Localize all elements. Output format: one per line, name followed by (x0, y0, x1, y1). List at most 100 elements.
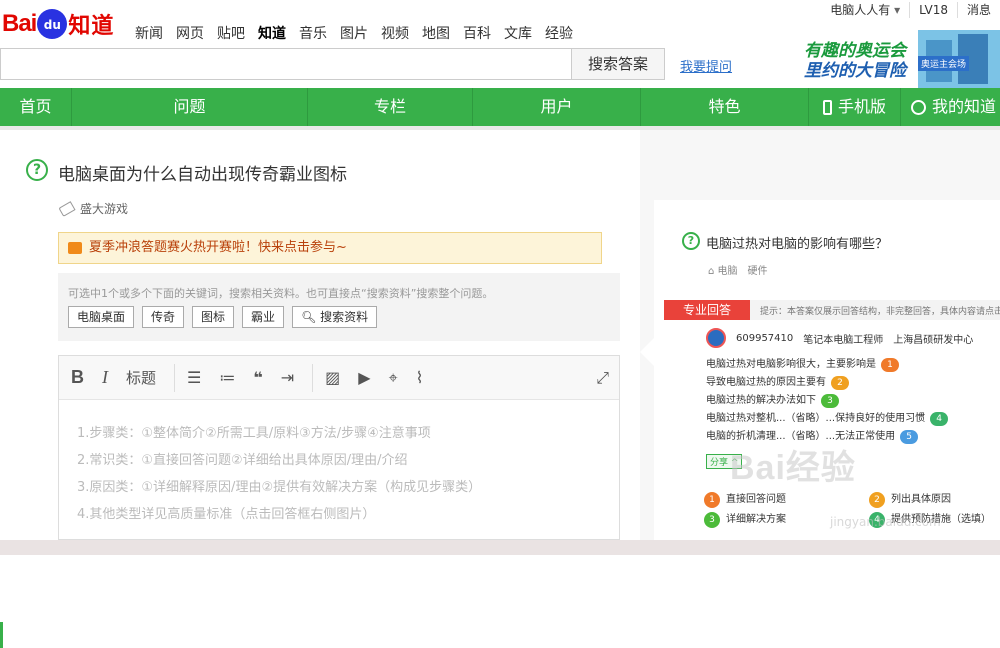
nav-link[interactable]: 新闻 (135, 23, 163, 43)
baidu-zhidao-logo[interactable]: Bai du 知道 (2, 4, 114, 44)
attachment-icon[interactable]: ⌇ (416, 368, 424, 387)
question-title: 电脑桌面为什么自动出现传奇霸业图标 (58, 165, 347, 185)
nav-link[interactable]: 音乐 (299, 23, 327, 43)
mainnav-users[interactable]: 用户 (473, 88, 641, 126)
question-panel: ? 电脑桌面为什么自动出现传奇霸业图标 盛大游戏 夏季冲浪答题赛火热开赛啦！快来… (0, 130, 640, 540)
answer-line: 电脑过热对电脑影响很大，主要影响是 1 (706, 356, 948, 374)
bold-button[interactable]: B (71, 367, 84, 388)
user-icon (911, 99, 926, 115)
heading-button[interactable]: 标题 (126, 367, 156, 388)
username-dropdown[interactable]: 电脑人人有 ▾ (821, 2, 909, 18)
top-header: Bai du 知道 新闻 网页 贴吧 知道 音乐 图片 视频 地图 百科 文库 … (0, 0, 1000, 88)
editor-toolbar: B I 标题 ☰ ≔ ❝ ⇥ ▨ ▶ ⌖ ⌇ ⤢ (59, 356, 619, 400)
legend-number-icon: 2 (869, 492, 885, 508)
mainnav-columns[interactable]: 专栏 (308, 88, 473, 126)
keyword-button[interactable]: 传奇 (142, 306, 185, 328)
mainnav-questions[interactable]: 问题 (72, 88, 308, 126)
chevron-down-icon: ▾ (894, 3, 901, 17)
answerer-info: 609957410 笔记本电脑工程师 上海昌硕研发中心 (706, 328, 973, 348)
example-tag: ⌂ 电脑 (708, 262, 738, 277)
toolbar-divider (312, 363, 314, 392)
legend-number-icon: 1 (704, 492, 720, 508)
answer-line: 电脑过热的解决办法如下 3 (706, 392, 948, 410)
search-material-label: 搜索资料 (320, 310, 369, 324)
step-number-badge: 1 (881, 358, 899, 372)
legend-row: 1 直接回答问题 2 列出具体原因 (704, 490, 994, 510)
nav-link[interactable]: 图片 (340, 23, 368, 43)
legend-label: 直接回答问题 (726, 494, 786, 505)
user-level[interactable]: LV18 (909, 2, 957, 18)
mainnav-my-label: 我的知道 (932, 97, 997, 116)
legend-label: 列出具体原因 (891, 494, 951, 505)
video-icon[interactable]: ▶ (358, 368, 370, 387)
step-number-badge: 4 (930, 412, 949, 426)
example-answer-panel: ? 电脑过热对电脑的影响有哪些？ ⌂ 电脑 硬件 专业回答 提示：本答案仅展示回… (654, 200, 1000, 540)
example-question-title: 电脑过热对电脑的影响有哪些？ (706, 237, 889, 252)
event-notice[interactable]: 夏季冲浪答题赛火热开赛啦！快来点击参与~ (58, 232, 602, 264)
feedback-tab[interactable] (0, 622, 3, 648)
banner-tag: 奥运主会场 (918, 56, 970, 71)
mainnav-featured[interactable]: 特色 (641, 88, 809, 126)
legend-item: 1 直接回答问题 (704, 490, 829, 510)
placeholder-line: 2.常识类：①直接回答问题②详细给出具体原因/理由/介绍 (77, 453, 408, 468)
keyword-box: 可选中1个或多个下面的关键词，搜索相关资料。也可直接点“搜索资料”搜索整个问题。… (58, 273, 620, 341)
fullscreen-icon[interactable]: ⤢ (596, 368, 609, 388)
placeholder-line: 1.步骤类：①整体简介②所需工具/原料③方法/步骤④注意事项 (77, 426, 431, 441)
search-material-button[interactable]: 🔍︎ 搜索资料 (292, 306, 378, 328)
messages-link[interactable]: 消息 (956, 2, 1000, 18)
legend-label: 详细解决方案 (726, 514, 786, 525)
banner-line2: 里约的大冒险 (804, 61, 906, 81)
nav-link[interactable]: 经验 (545, 23, 573, 43)
answerer-org: 上海昌硕研发中心 (893, 334, 974, 346)
answerer-id: 609957410 (736, 332, 794, 344)
keyword-button[interactable]: 图标 (192, 306, 235, 328)
logo-du-paw: du (37, 9, 68, 39)
image-icon[interactable]: ▨ (325, 368, 340, 387)
keyword-button[interactable]: 电脑桌面 (68, 306, 135, 328)
nav-link[interactable]: 贴吧 (217, 23, 245, 43)
mainnav-my-zhidao[interactable]: 我的知道 (901, 88, 1000, 126)
mainnav-home[interactable]: 首页 (0, 88, 72, 126)
answer-line-text: 电脑过热对电脑影响很大，主要影响是 (706, 359, 876, 370)
answer-line: 导致电脑过热的原因主要有 2 (706, 374, 948, 392)
nav-link[interactable]: 百科 (463, 23, 491, 43)
map-pin-icon[interactable]: ⌖ (389, 368, 398, 388)
product-nav: 新闻 网页 贴吧 知道 音乐 图片 视频 地图 百科 文库 经验 (135, 23, 586, 43)
keyword-button[interactable]: 霸业 (242, 306, 285, 328)
unordered-list-icon[interactable]: ≔ (219, 368, 235, 387)
tag-icon: ⌂ (708, 266, 718, 277)
nav-link-active[interactable]: 知道 (258, 23, 286, 43)
nav-link[interactable]: 网页 (176, 23, 204, 43)
question-tag[interactable]: 盛大游戏 (58, 200, 129, 217)
legend-number-icon: 3 (704, 512, 720, 528)
placeholder-line: 4.其他类型详见高质量标准（点击回答框右侧图片） (77, 507, 376, 522)
window-bottom-bar (0, 540, 1000, 555)
pro-answer-bar: 专业回答 提示：本答案仅展示回答结构，非完整回答，具体内容请点击右侧查看 (664, 300, 1000, 320)
olympics-banner[interactable]: 有趣的奥运会 里约的大冒险 奥运主会场 (800, 30, 1000, 88)
answer-line-text: 电脑过热的解决办法如下 (706, 395, 816, 406)
mainnav-mobile[interactable]: 手机版 (809, 88, 901, 126)
italic-button[interactable]: I (102, 367, 108, 388)
nav-link[interactable]: 视频 (381, 23, 409, 43)
share-label: 分享 (710, 458, 729, 468)
answerer-role: 笔记本电脑工程师 (803, 334, 884, 346)
watermark-url: jingyan.baidu.com (830, 515, 941, 529)
nav-link[interactable]: 文库 (504, 23, 532, 43)
editor-placeholder[interactable]: 1.步骤类：①整体简介②所需工具/原料③方法/步骤④注意事项 2.常识类：①直接… (59, 400, 619, 528)
question-circle-icon: ? (26, 159, 48, 181)
avatar (706, 328, 726, 348)
question-tag-label: 盛大游戏 (80, 202, 129, 216)
search-input[interactable] (0, 48, 572, 80)
tag-icon (58, 200, 76, 217)
ask-question-link[interactable]: 我要提问 (680, 56, 732, 75)
pro-answer-label: 专业回答 (664, 300, 750, 320)
ordered-list-icon[interactable]: ☰ (187, 368, 201, 387)
quote-icon[interactable]: ❝ (253, 368, 262, 387)
username: 电脑人人有 (830, 3, 891, 17)
answer-editor[interactable]: B I 标题 ☰ ≔ ❝ ⇥ ▨ ▶ ⌖ ⌇ ⤢ 1.步骤类：①整体简介②所需工… (58, 355, 620, 540)
sidebar-pointer (640, 338, 654, 366)
indent-icon[interactable]: ⇥ (281, 368, 294, 387)
search-answer-button[interactable]: 搜索答案 (571, 48, 665, 80)
placeholder-line: 3.原因类：①详细解释原因/理由②提供有效解决方案（构成见步骤类） (77, 480, 482, 495)
nav-link[interactable]: 地图 (422, 23, 450, 43)
